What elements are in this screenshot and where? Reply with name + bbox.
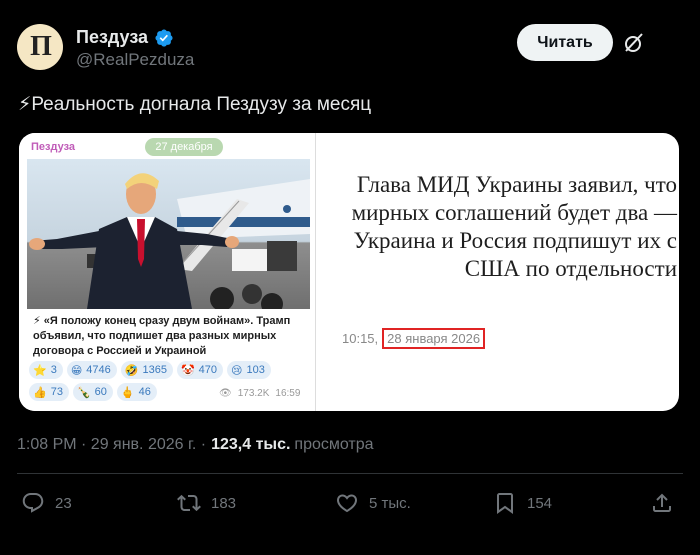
telegram-time: 16:59: [275, 388, 301, 399]
author-name-row[interactable]: Пездуза: [76, 27, 174, 48]
telegram-post-screenshot: Пездуза 27 декабря ⚡ «Я положу конец сра…: [19, 133, 316, 411]
reaction-emoji: 🍾: [76, 386, 91, 399]
reaction-chip: 🖕 46: [116, 383, 157, 401]
reaction-emoji: 😢: [231, 364, 243, 377]
repost-button[interactable]: 183: [177, 491, 236, 515]
bookmark-count: 154: [527, 494, 553, 512]
reaction-chip: ⭐ 3: [29, 361, 63, 379]
reaction-emoji: 🤣: [124, 364, 139, 377]
reply-count: 23: [55, 494, 72, 512]
telegram-views: 173.2K: [237, 388, 270, 399]
reaction-count: 1365: [142, 364, 167, 376]
like-button[interactable]: 5 тыс.: [335, 491, 411, 515]
view-count: 123,4 тыс.: [211, 436, 291, 453]
telegram-date-chip: 27 декабря: [145, 138, 223, 156]
reaction-count: 470: [198, 364, 218, 376]
reply-icon: [22, 493, 44, 513]
telegram-post-text: ⚡ «Я положу конец сразу двум войнам». Тр…: [33, 315, 291, 357]
share-icon: [653, 493, 671, 512]
tweet-actions: 23 183 5 тыс. 154: [17, 491, 683, 527]
reaction-count: 73: [50, 386, 63, 398]
reaction-count: 60: [94, 386, 107, 398]
tweet-header: П Пездуза @RealPezduza Читать: [0, 0, 700, 90]
eye-icon: 👁: [219, 388, 232, 399]
reaction-emoji: ⭐: [33, 364, 47, 377]
reaction-count: 46: [138, 386, 151, 398]
verified-badge-icon: [155, 28, 173, 47]
reaction-chip: 😁 4746: [66, 361, 117, 379]
reply-button[interactable]: 23: [21, 491, 72, 515]
news-time: 10:15,: [342, 331, 379, 346]
bookmark-button[interactable]: 154: [493, 491, 552, 515]
news-date-highlight: 28 января 2026: [382, 328, 486, 349]
telegram-post-meta: 👁 173.2K 16:59: [219, 388, 300, 399]
reaction-emoji: 😁: [70, 364, 83, 377]
reaction-emoji: 👍: [33, 386, 47, 399]
tweet-timestamp[interactable]: 1:08 PM · 29 янв. 2026 г. ·: [17, 436, 206, 454]
reaction-chip: 🤣 1365: [120, 361, 173, 379]
avatar-letter: П: [30, 31, 52, 62]
share-button[interactable]: [650, 491, 674, 515]
bookmark-icon: [497, 493, 513, 514]
reaction-chip: 🍾 60: [72, 383, 113, 401]
trump-photo: [27, 159, 310, 309]
like-count: 5 тыс.: [369, 494, 411, 512]
follow-button[interactable]: Читать: [517, 24, 613, 61]
tweet-media-image[interactable]: Пездуза 27 декабря ⚡ «Я положу конец сра…: [19, 133, 679, 411]
reaction-chip: 😢 103: [227, 361, 271, 379]
tweet-meta: 1:08 PM · 29 янв. 2026 г. · 123,4 тыс. п…: [17, 436, 374, 454]
reaction-chip: 👍 73: [29, 383, 69, 401]
avatar[interactable]: П: [17, 24, 63, 70]
view-count-label: просмотра: [294, 436, 374, 453]
reaction-count: 3: [50, 364, 57, 376]
telegram-channel-name: Пездуза: [31, 141, 76, 153]
reaction-count: 4746: [86, 364, 111, 376]
author-handle[interactable]: @RealPezduza: [76, 50, 194, 70]
author-name[interactable]: Пездуза: [76, 27, 148, 48]
news-meta: 10:15, 28 января 2026: [342, 328, 486, 349]
grok-icon[interactable]: [622, 31, 646, 55]
reaction-chip: 🤡 470: [176, 361, 224, 379]
repost-icon: [177, 494, 201, 512]
news-headline: Глава МИД Украины заявил, что мирных сог…: [351, 172, 677, 281]
reaction-emoji: 🤡: [180, 364, 195, 377]
photo-illustration: [29, 173, 310, 309]
tweet-text: ⚡Реальность догнала Пездузу за месяц: [18, 94, 372, 115]
reaction-emoji: 🖕: [120, 386, 135, 399]
reaction-count: 103: [246, 364, 265, 376]
divider: [17, 473, 683, 474]
heart-icon: [336, 494, 358, 513]
repost-count: 183: [211, 494, 237, 512]
